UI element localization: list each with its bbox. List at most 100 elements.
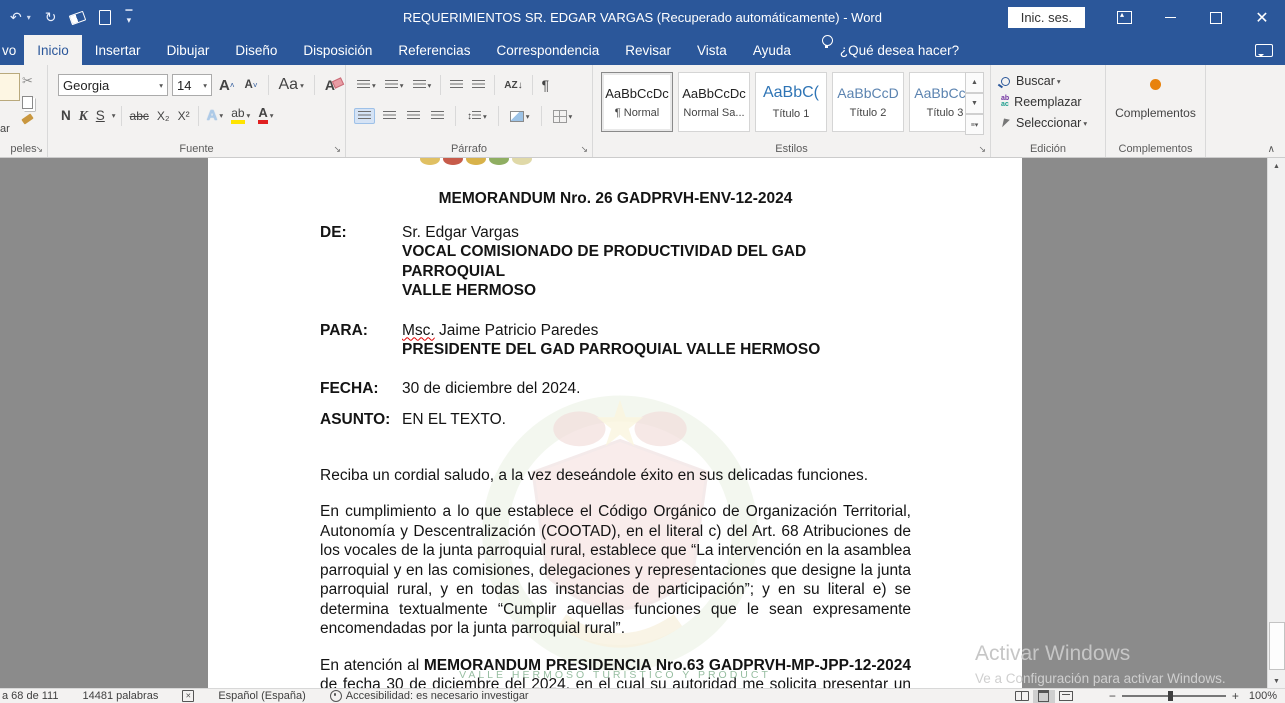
print-layout-button[interactable] bbox=[1033, 690, 1055, 703]
maximize-button[interactable] bbox=[1193, 0, 1239, 35]
document-page[interactable]: VALLE HERMOSO TURISTICO Y PRODUCT MEMORA… bbox=[208, 158, 1022, 689]
tab-inicio[interactable]: Inicio bbox=[24, 35, 82, 65]
bullets-button[interactable]: ▾ bbox=[354, 78, 379, 92]
font-size-combo[interactable]: 14 ▾ bbox=[172, 74, 212, 96]
style-normal-sa[interactable]: AaBbCcDcNormal Sa... bbox=[678, 72, 750, 132]
shading-button[interactable]: ▾ bbox=[507, 109, 533, 124]
sort-button[interactable]: AZ↓ bbox=[501, 79, 525, 92]
styles-scroll-up-icon[interactable]: ▲ bbox=[965, 72, 984, 93]
numbering-button[interactable]: ▾ bbox=[382, 78, 407, 92]
style-titulo-1[interactable]: AaBbC(Título 1 bbox=[755, 72, 827, 132]
undo-icon[interactable]: ↶ bbox=[10, 9, 22, 26]
cut-icon[interactable]: ✂ bbox=[22, 73, 33, 89]
tab-disposicion[interactable]: Disposición bbox=[290, 35, 385, 65]
accessibility-status[interactable]: Accesibilidad: es necesario investigar bbox=[330, 690, 529, 702]
memo-para-row[interactable]: PARA: Msc. Jaime Patricio Paredes PRESID… bbox=[320, 321, 911, 360]
scroll-down-icon[interactable]: ▼ bbox=[1268, 673, 1285, 689]
clipboard-dialog-launcher-icon[interactable]: ↘ bbox=[35, 145, 43, 154]
paste-button[interactable] bbox=[0, 73, 20, 101]
memo-de-row[interactable]: DE: Sr. Edgar Vargas VOCAL COMISIONADO D… bbox=[320, 223, 911, 301]
scrollbar-thumb[interactable] bbox=[1269, 622, 1285, 670]
clear-formatting-button[interactable]: A bbox=[322, 75, 338, 95]
feedback-icon[interactable] bbox=[1255, 44, 1273, 57]
word-count[interactable]: 14481 palabras bbox=[82, 690, 158, 702]
eraser-icon[interactable] bbox=[69, 10, 87, 25]
tab-insertar[interactable]: Insertar bbox=[82, 35, 154, 65]
styles-dialog-launcher-icon[interactable]: ↘ bbox=[978, 145, 986, 154]
zoom-slider[interactable] bbox=[1122, 695, 1226, 697]
zoom-level[interactable]: 100% bbox=[1249, 690, 1277, 702]
new-document-icon[interactable] bbox=[99, 10, 111, 25]
align-right-button[interactable] bbox=[404, 109, 423, 123]
redo-icon[interactable]: ↻ bbox=[45, 9, 57, 26]
paragraph-dialog-launcher-icon[interactable]: ↘ bbox=[580, 145, 588, 154]
memo-heading[interactable]: MEMORANDUM Nro. 26 GADPRVH-ENV-12-2024 bbox=[320, 189, 911, 209]
addins-button[interactable]: Complementos bbox=[1106, 79, 1205, 120]
memo-asunto-row[interactable]: ASUNTO: EN EL TEXTO. bbox=[320, 410, 911, 430]
highlight-button[interactable]: ab▾ bbox=[228, 106, 253, 126]
vertical-scrollbar[interactable]: ▲ ▼ bbox=[1267, 158, 1285, 689]
memo-fecha-row[interactable]: FECHA: 30 de diciembre del 2024. bbox=[320, 379, 911, 399]
grow-font-button[interactable]: A˄ bbox=[216, 75, 238, 96]
underline-button[interactable]: S bbox=[93, 106, 108, 125]
font-color-button[interactable]: A▾ bbox=[255, 105, 276, 126]
copy-icon[interactable] bbox=[22, 96, 33, 109]
paragraph-greeting[interactable]: Reciba un cordial saludo, a la vez deseá… bbox=[320, 466, 911, 486]
tab-referencias[interactable]: Referencias bbox=[385, 35, 483, 65]
ribbon-display-options-button[interactable] bbox=[1101, 0, 1147, 35]
subscript-button[interactable]: X₂ bbox=[154, 107, 173, 125]
styles-gallery-expand-icon[interactable]: ≡▾ bbox=[965, 114, 984, 135]
read-mode-button[interactable] bbox=[1011, 690, 1033, 703]
style-normal[interactable]: AaBbCcDc¶ Normal bbox=[601, 72, 673, 132]
strikethrough-button[interactable]: abc bbox=[127, 107, 152, 125]
change-case-button[interactable]: Aa▾ bbox=[276, 74, 307, 96]
find-button[interactable]: Buscar▾ bbox=[999, 73, 1105, 89]
tab-dibujar[interactable]: Dibujar bbox=[154, 35, 223, 65]
undo-dropdown-icon[interactable]: ▾ bbox=[27, 13, 31, 22]
web-layout-button[interactable] bbox=[1055, 690, 1077, 703]
superscript-button[interactable]: X² bbox=[175, 107, 193, 125]
text-effects-button[interactable]: A▾ bbox=[204, 105, 227, 126]
paragraph-memorandum[interactable]: En atención al MEMORANDUM PRESIDENCIA Nr… bbox=[320, 656, 911, 689]
justify-button[interactable] bbox=[428, 109, 447, 123]
replace-button[interactable]: abacReemplazar bbox=[999, 94, 1105, 110]
tab-archivo-partial[interactable]: vo bbox=[0, 35, 24, 65]
tab-revisar[interactable]: Revisar bbox=[612, 35, 684, 65]
font-dialog-launcher-icon[interactable]: ↘ bbox=[333, 145, 341, 154]
line-spacing-button[interactable]: ↕▾ bbox=[464, 109, 490, 124]
proofing-status-icon[interactable]: ✕ bbox=[182, 690, 194, 702]
tab-ayuda[interactable]: Ayuda bbox=[740, 35, 804, 65]
paragraph-cootad[interactable]: En cumplimiento a lo que establece el Có… bbox=[320, 502, 911, 639]
zoom-in-button[interactable]: + bbox=[1226, 689, 1245, 703]
page-indicator[interactable]: a 68 de 111 bbox=[2, 690, 58, 702]
close-button[interactable]: ✕ bbox=[1239, 0, 1285, 35]
select-button[interactable]: Seleccionar▾ bbox=[999, 115, 1105, 131]
minimize-button[interactable] bbox=[1147, 0, 1193, 35]
italic-button[interactable]: K bbox=[76, 106, 91, 126]
zoom-out-button[interactable]: − bbox=[1103, 689, 1122, 703]
styles-scroll-down-icon[interactable]: ▼ bbox=[965, 93, 984, 114]
format-painter-icon[interactable] bbox=[21, 113, 33, 124]
align-center-button[interactable] bbox=[380, 109, 399, 123]
align-left-button[interactable] bbox=[354, 108, 375, 124]
customize-quick-access-icon[interactable]: ▔▾ bbox=[125, 13, 132, 23]
style-titulo-2[interactable]: AaBbCcDTítulo 2 bbox=[832, 72, 904, 132]
shrink-font-button[interactable]: A˅ bbox=[242, 77, 261, 93]
borders-button[interactable]: ▾ bbox=[550, 108, 576, 125]
decrease-indent-button[interactable] bbox=[447, 78, 466, 92]
sign-in-button[interactable]: Inic. ses. bbox=[1008, 7, 1085, 28]
collapse-ribbon-icon[interactable]: ∧ bbox=[1268, 144, 1275, 155]
bold-button[interactable]: N bbox=[58, 106, 74, 125]
font-name-combo[interactable]: Georgia ▾ bbox=[58, 74, 168, 96]
show-marks-button[interactable]: ¶ bbox=[539, 75, 553, 95]
increase-indent-button[interactable] bbox=[469, 78, 488, 92]
tab-vista[interactable]: Vista bbox=[684, 35, 740, 65]
zoom-slider-thumb[interactable] bbox=[1168, 691, 1173, 701]
document-text[interactable]: MEMORANDUM Nro. 26 GADPRVH-ENV-12-2024 D… bbox=[208, 189, 1022, 689]
language-indicator[interactable]: Español (España) bbox=[218, 690, 305, 702]
tell-me-box[interactable]: ¿Qué desea hacer? bbox=[840, 35, 959, 65]
scroll-up-icon[interactable]: ▲ bbox=[1268, 158, 1285, 174]
tab-diseno[interactable]: Diseño bbox=[222, 35, 290, 65]
underline-dropdown-icon[interactable]: ▾ bbox=[112, 111, 116, 120]
tab-correspondencia[interactable]: Correspondencia bbox=[483, 35, 612, 65]
